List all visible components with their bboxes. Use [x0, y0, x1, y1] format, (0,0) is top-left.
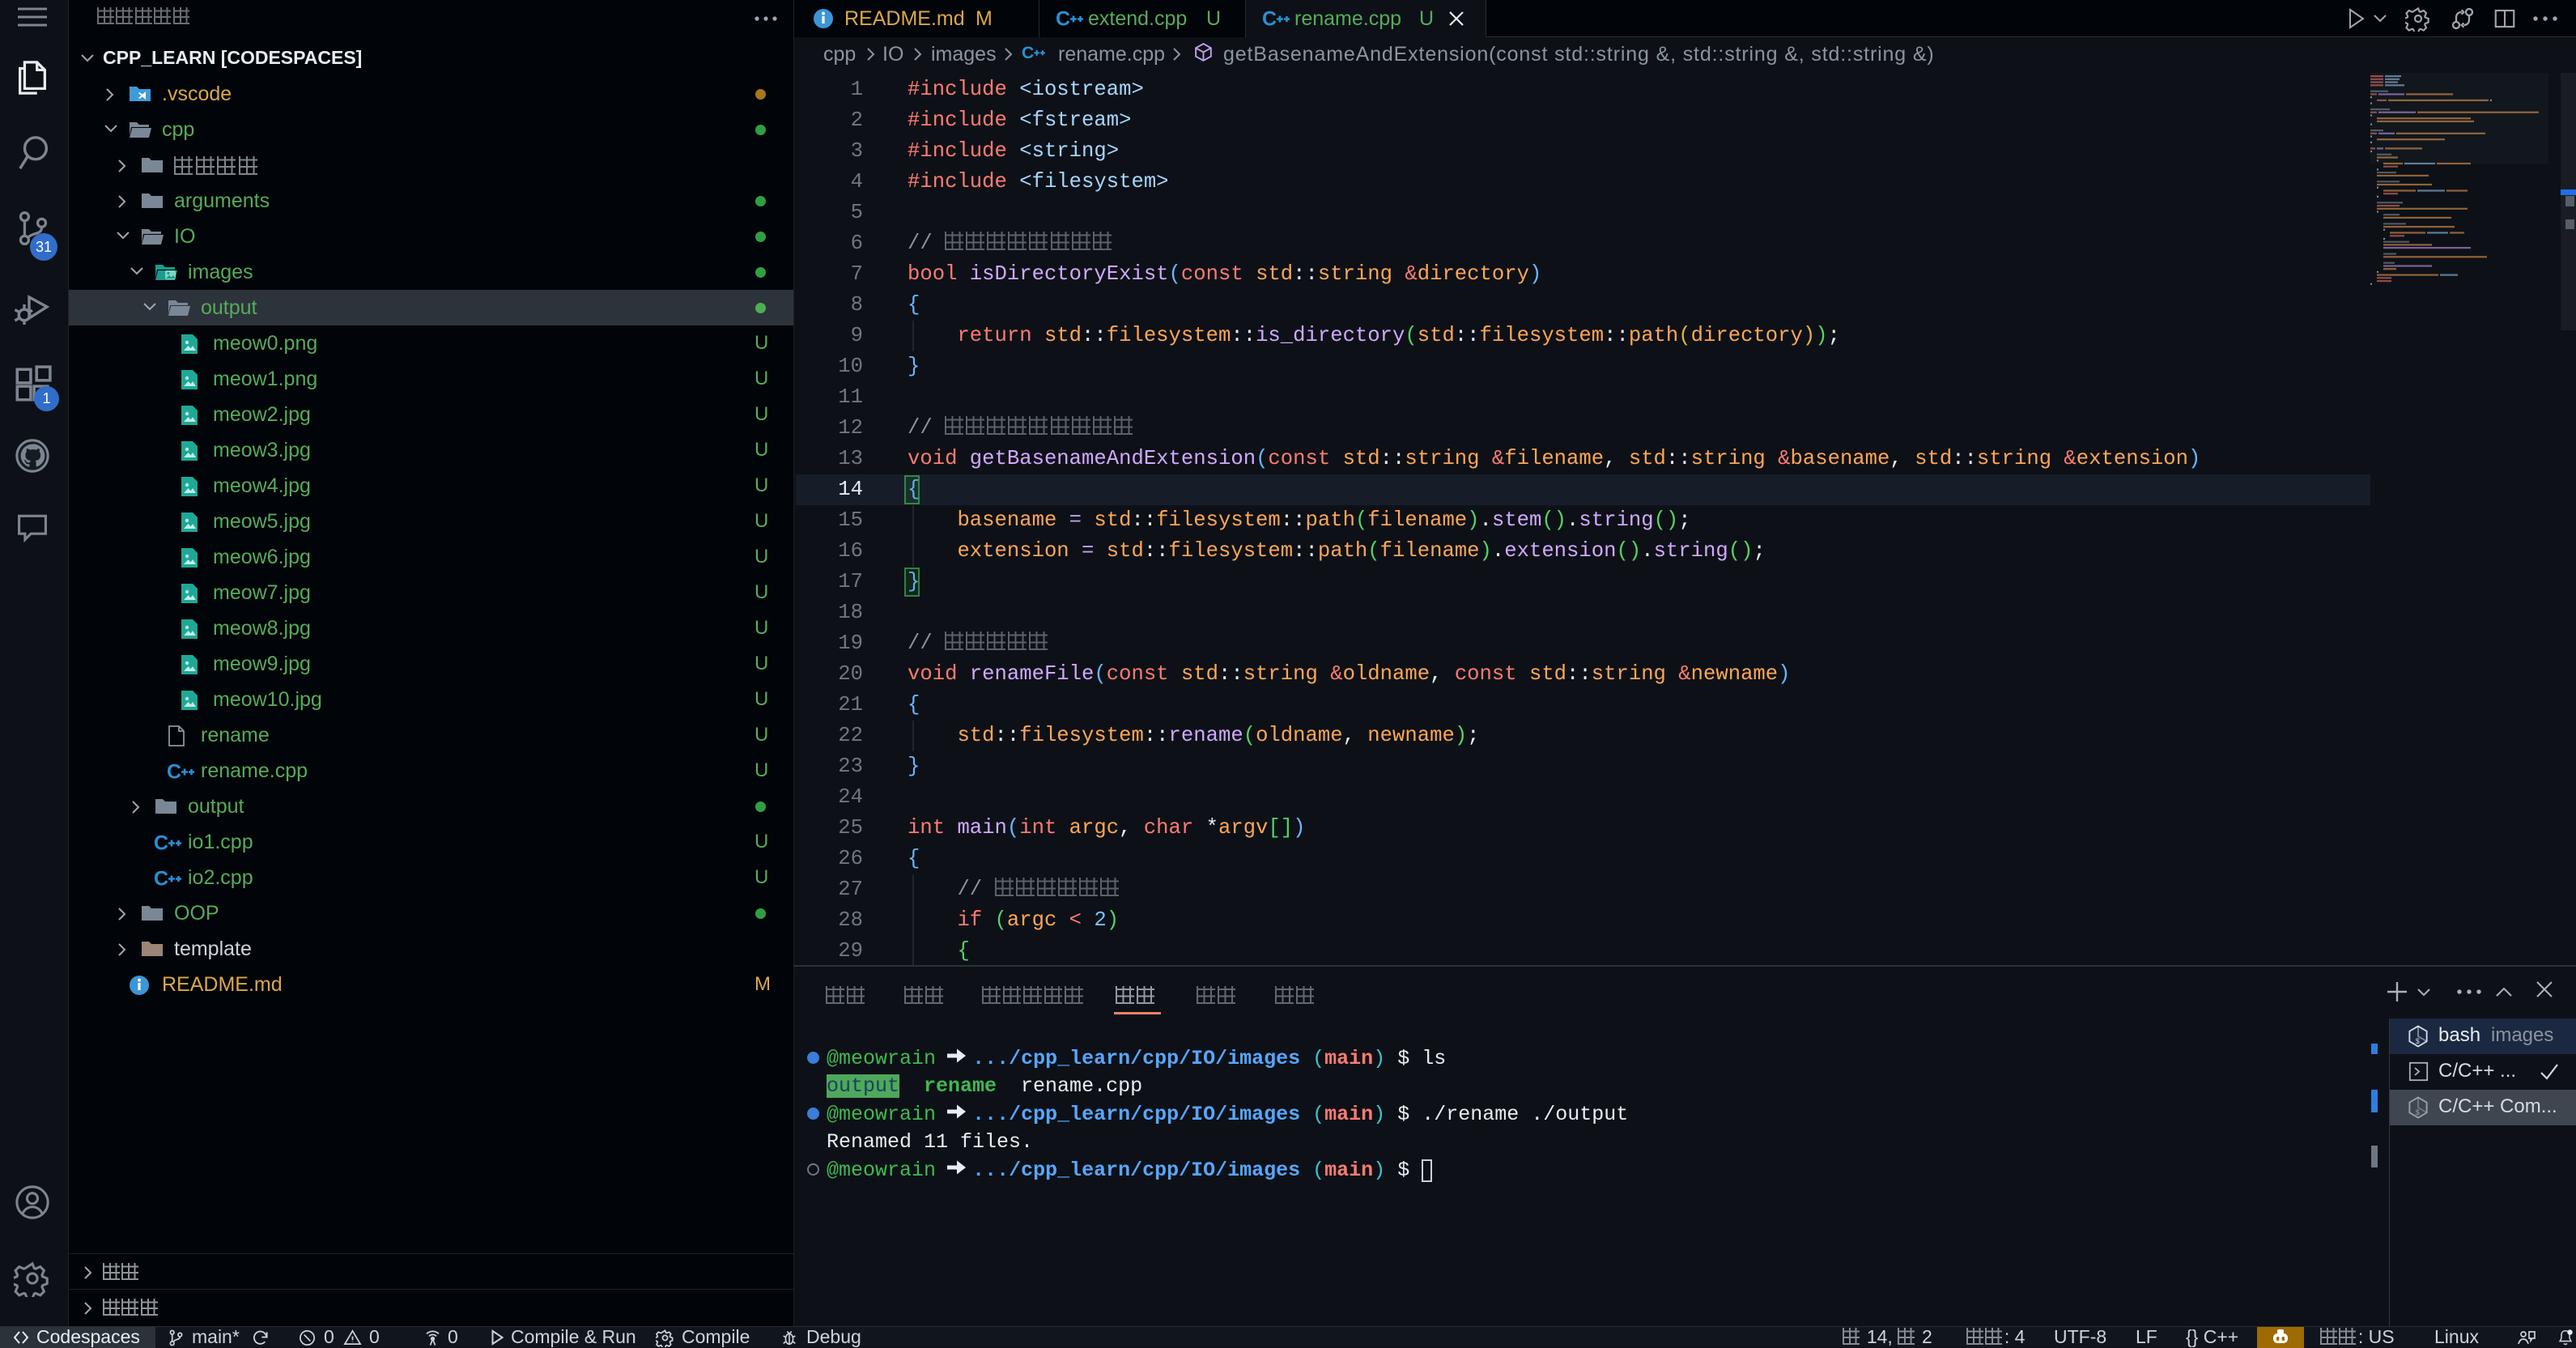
svg-text:C: C: [154, 832, 168, 855]
svg-text:$: $: [2416, 1037, 2420, 1045]
svg-text:C: C: [1262, 8, 1277, 31]
svg-text:C: C: [1022, 43, 1034, 62]
svg-text:C: C: [167, 761, 181, 784]
svg-text:$: $: [2416, 1108, 2420, 1116]
svg-text:C: C: [154, 868, 168, 891]
svg-text:C: C: [1056, 8, 1070, 31]
